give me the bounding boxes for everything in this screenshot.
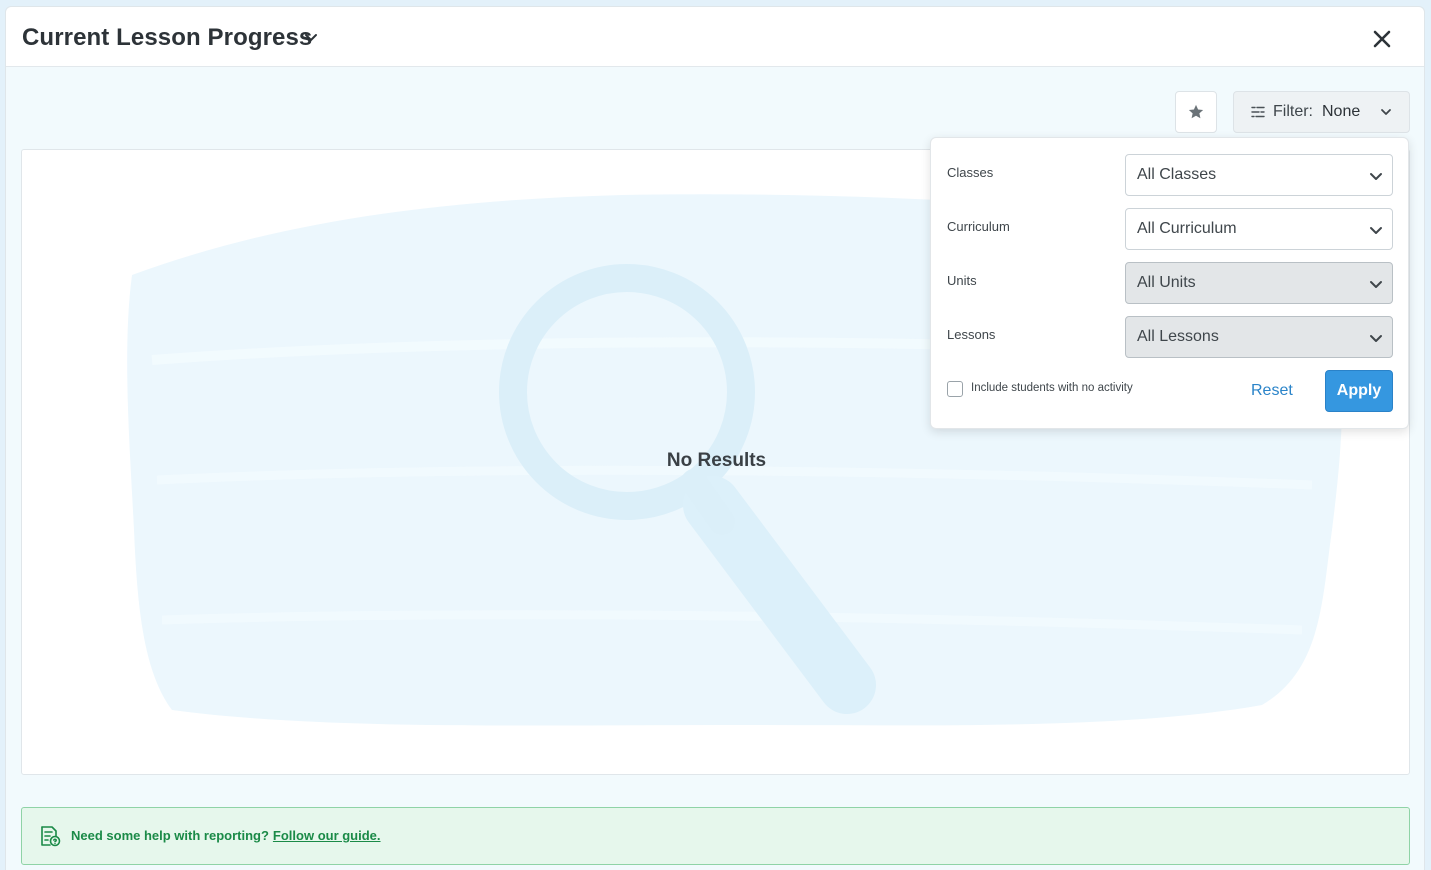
favorite-button[interactable] [1175, 91, 1217, 133]
star-icon [1188, 104, 1204, 119]
chevron-down-icon [1370, 173, 1382, 180]
lessons-select[interactable]: All Lessons [1125, 316, 1393, 358]
filter-panel: Classes All Classes Curriculum All Curri… [930, 137, 1409, 429]
chevron-down-icon [1381, 109, 1391, 115]
chevron-down-icon [1370, 335, 1382, 342]
report-panel: Current Lesson Progress Filter: None No … [5, 6, 1425, 870]
classes-value: All Classes [1137, 166, 1217, 183]
filter-label: Filter: [1273, 103, 1313, 120]
curriculum-label: Curriculum [947, 219, 1010, 234]
lessons-value: All Lessons [1137, 328, 1219, 345]
help-banner: Need some help with reporting? Follow our… [21, 807, 1410, 865]
guide-link[interactable]: Follow our guide. [273, 828, 381, 843]
curriculum-value: All Curriculum [1137, 220, 1237, 237]
no-results-message: No Results [666, 450, 767, 471]
page-title: Current Lesson Progress [22, 24, 313, 51]
help-text: Need some help with reporting? Follow our… [71, 828, 381, 843]
help-prompt: Need some help with reporting? [71, 828, 269, 843]
chevron-down-icon[interactable] [302, 29, 320, 47]
filter-value: None [1322, 103, 1361, 120]
include-inactive-label: Include students with no activity [971, 382, 1133, 394]
close-icon[interactable] [1370, 27, 1394, 51]
filter-button[interactable]: Filter: None [1233, 91, 1410, 133]
units-value: All Units [1137, 274, 1196, 291]
reset-button[interactable]: Reset [1251, 382, 1293, 400]
lessons-label: Lessons [947, 327, 996, 342]
classes-label: Classes [947, 165, 994, 180]
chevron-down-icon [1370, 227, 1382, 234]
curriculum-select[interactable]: All Curriculum [1125, 208, 1393, 250]
sliders-icon [1251, 106, 1265, 118]
units-label: Units [947, 273, 977, 288]
report-guide-icon [41, 826, 61, 847]
panel-header: Current Lesson Progress [6, 7, 1424, 67]
include-inactive-checkbox[interactable] [947, 381, 963, 397]
apply-button[interactable]: Apply [1325, 370, 1393, 412]
units-select[interactable]: All Units [1125, 262, 1393, 304]
chevron-down-icon [1370, 281, 1382, 288]
classes-select[interactable]: All Classes [1125, 154, 1393, 196]
